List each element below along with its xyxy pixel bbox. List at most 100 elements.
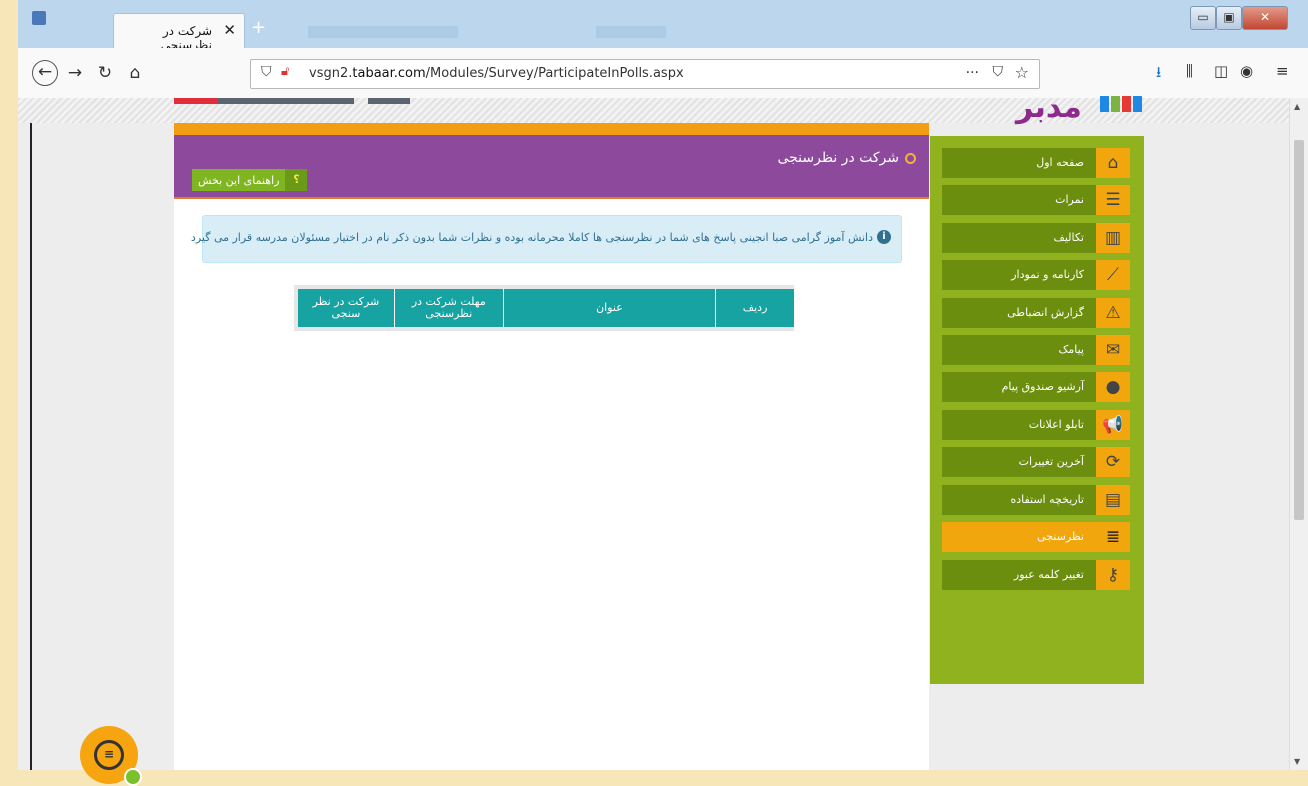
refresh-icon: ⟳ [1096,447,1130,477]
sidebar-item-label: آخرین تغییرات [1018,455,1084,468]
minimize-button[interactable]: ▭ [1190,6,1216,30]
home-icon: ⌂ [1096,148,1130,178]
sidebar-item-label: پیامک [1058,343,1084,356]
sidebar-item-label: تکالیف [1053,231,1084,244]
poll-list-icon: ≣ [1096,522,1130,552]
logo-block [1100,96,1109,112]
sidebar-item-polls[interactable]: ≣ نظرسنجی [942,522,1130,552]
browser-window: شرکت در نظرسنجی ✕ + ▭ ▣ ✕ ← → ↻ ⌂ ⛉ 🔓︎ v… [18,0,1308,786]
logo-text: مدبر [1016,90,1082,125]
logo-block [1111,96,1120,112]
menu-hamburger-icon[interactable]: ≡ [1276,62,1289,80]
top-red-bar [174,98,218,104]
page-actions-icon[interactable]: ··· [966,65,979,81]
sidebar-item-label: صفحه اول [1036,156,1084,169]
help-label: راهنمای این بخش [198,173,280,187]
page-header: شرکت در نظرسنجی ؟ راهنمای این بخش [174,135,929,199]
question-icon: ؟ [285,169,308,191]
navigation-toolbar: ← → ↻ ⌂ ⛉ 🔓︎ vsgn2.tabaar.com/Modules/Su… [18,48,1308,99]
column-header-participate: شرکت در نظر سنجی [298,289,395,327]
scroll-up-arrow-icon[interactable]: ▲ [1294,102,1300,111]
column-header-title: عنوان [502,289,716,327]
sidebar-menu: ⌂ صفحه اول ☰ نمرات ▥ تکالیف ⟋ کارنامه و … [930,136,1144,684]
sidebar-item-latest-changes[interactable]: ⟳ آخرین تغییرات [942,447,1130,477]
close-window-button[interactable]: ✕ [1242,6,1288,30]
megaphone-icon: 📢 [1096,410,1130,440]
sidebar-item-home[interactable]: ⌂ صفحه اول [942,148,1130,178]
key-icon: ⚷ [1096,560,1130,590]
pocket-icon[interactable]: ⛉ [993,64,1004,80]
background-tab-ghost [308,26,458,38]
back-button[interactable]: ← [32,60,58,86]
library-icon[interactable]: ⫼ [1186,62,1193,80]
top-gray-bar [368,98,410,104]
logo-block [1133,96,1142,112]
url-text: vsgn2.tabaar.com/Modules/Survey/Particip… [309,66,684,81]
sidebar-item-homework[interactable]: ▥ تکالیف [942,223,1130,253]
chat-icon: ≡ [94,740,124,770]
home-button[interactable]: ⌂ [122,60,148,86]
sidebar-item-change-password[interactable]: ⚷ تغییر کلمه عبور [942,560,1130,590]
account-icon[interactable]: ◉ [1240,62,1253,80]
firefox-library-icon [32,11,46,25]
book-icon: ▥ [1096,223,1130,253]
top-gray-bar [218,98,354,104]
downloads-icon[interactable]: ⭳ [1156,62,1161,87]
warning-user-icon: ⚠ [1096,298,1130,328]
browser-titlebar: شرکت در نظرسنجی ✕ + ▭ ▣ ✕ [18,0,1308,52]
sidebar-item-label: گزارش انضباطی [1007,306,1084,319]
maximize-button[interactable]: ▣ [1216,6,1242,30]
left-rule [30,123,32,770]
chart-line-icon: ⟋ [1096,260,1130,290]
tab-close-icon[interactable]: ✕ [223,21,236,39]
chat-bubble-icon: ● [1096,372,1130,402]
online-status-dot [124,768,142,786]
sidebar-item-message-archive[interactable]: ● آرشیو صندوق پیام [942,372,1130,402]
page-viewport: مدبر شرکت در نظرسنجی ؟ راهنمای این بخش i… [18,90,1290,786]
sidebar-item-label: نظرسنجی [1037,530,1084,543]
vertical-scrollbar[interactable]: ▲ ▼ [1289,98,1308,770]
background-tab-ghost [596,26,666,38]
logo-block [1122,96,1131,112]
sidebar-item-label: تاریخچه استفاده [1010,493,1084,506]
column-header-row-number: ردیف [715,289,794,327]
new-tab-button[interactable]: + [251,19,266,37]
envelope-icon: ✉ [1096,335,1130,365]
info-icon: i [877,230,891,244]
sidebar-item-grades[interactable]: ☰ نمرات [942,185,1130,215]
circle-bullet-icon [905,153,916,164]
scrollbar-thumb[interactable] [1294,140,1304,520]
tracking-shield-icon[interactable]: ⛉ [261,64,272,80]
sidebar-item-usage-history[interactable]: ▤ تاریخچه استفاده [942,485,1130,515]
page-title: شرکت در نظرسنجی [777,150,899,166]
sidebar-item-label: آرشیو صندوق پیام [1001,380,1084,393]
reload-button[interactable]: ↻ [92,60,118,86]
polls-table: ردیف عنوان مهلت شرکت در نظرسنجی شرکت در … [298,289,794,327]
address-bar[interactable]: ⛉ 🔓︎ vsgn2.tabaar.com/Modules/Survey/Par… [250,59,1040,89]
sidebar-item-label: نمرات [1055,193,1084,206]
sidebar-item-report-card[interactable]: ⟋ کارنامه و نمودار [942,260,1130,290]
sidebar-item-sms[interactable]: ✉ پیامک [942,335,1130,365]
sidebar-item-notice-board[interactable]: 📢 تابلو اعلانات [942,410,1130,440]
info-alert: i دانش آموز گرامی صبا انجینی پاسخ های شم… [191,215,902,263]
help-button[interactable]: ؟ راهنمای این بخش [192,169,308,191]
browser-tab-active[interactable]: شرکت در نظرسنجی ✕ [114,14,244,52]
list-numbered-icon: ☰ [1096,185,1130,215]
bookmark-star-icon[interactable]: ☆ [1015,63,1029,82]
main-content: شرکت در نظرسنجی ؟ راهنمای این بخش i دانش… [174,123,929,770]
chat-widget-button[interactable]: ≡ [80,726,142,786]
scroll-down-arrow-icon[interactable]: ▼ [1294,757,1300,766]
polls-table-wrapper: ردیف عنوان مهلت شرکت در نظرسنجی شرکت در … [294,285,794,331]
sidebar-item-label: تغییر کلمه عبور [1013,568,1084,581]
orange-strip [174,123,929,135]
column-header-deadline: مهلت شرکت در نظرسنجی [393,289,504,327]
sidebar-item-discipline[interactable]: ⚠ گزارش انضباطی [942,298,1130,328]
sidebar-icon[interactable]: ◫ [1214,62,1228,80]
insecure-lock-icon[interactable]: 🔓︎ [281,64,289,79]
sidebar-item-label: تابلو اعلانات [1028,418,1084,431]
archive-icon: ▤ [1096,485,1130,515]
site-logo[interactable]: مدبر [1016,90,1156,125]
sidebar-item-label: کارنامه و نمودار [1011,268,1084,281]
alert-text: دانش آموز گرامی صبا انجینی پاسخ های شما … [190,231,873,244]
forward-button[interactable]: → [62,60,88,86]
